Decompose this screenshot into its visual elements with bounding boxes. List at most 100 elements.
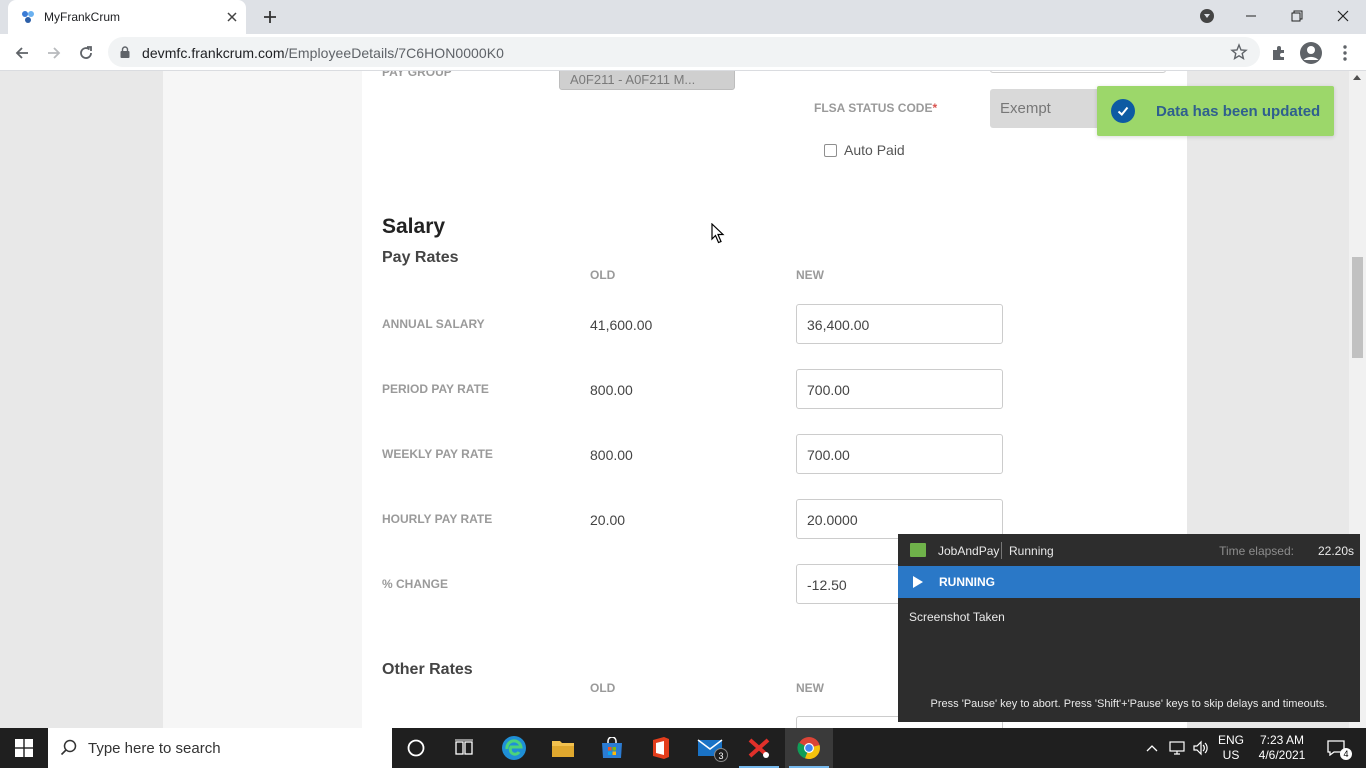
- tab-title: MyFrankCrum: [44, 10, 121, 24]
- scrollbar-thumb[interactable]: [1352, 257, 1363, 358]
- system-clock[interactable]: 7:23 AM 4/6/2021: [1252, 733, 1312, 763]
- annual-salary-label: ANNUAL SALARY: [382, 317, 485, 331]
- percent-change-new: -12.50: [807, 577, 847, 593]
- menu-icon: [1343, 45, 1347, 61]
- pay-rates-heading: Pay Rates: [382, 249, 459, 266]
- scroll-up-arrow-icon[interactable]: [1353, 75, 1361, 80]
- clock-time: 7:23 AM: [1259, 733, 1305, 747]
- runner-footer-hint: Press 'Pause' key to abort. Press 'Shift…: [930, 698, 1328, 710]
- window-close-button[interactable]: [1320, 0, 1366, 32]
- upper-field[interactable]: [990, 71, 1166, 73]
- search-icon: [60, 739, 77, 756]
- profile-button[interactable]: [1299, 41, 1323, 65]
- runner-log-line: Screenshot Taken: [909, 610, 1005, 624]
- star-icon[interactable]: [1230, 43, 1248, 61]
- store-taskbar-button[interactable]: [588, 728, 636, 768]
- url-path: /EmployeeDetails/7C6HON0000K0: [284, 45, 504, 61]
- url-domain: devmfc.frankcrum.com: [142, 45, 285, 61]
- menu-button[interactable]: [1333, 41, 1357, 65]
- auto-paid-label: Auto Paid: [844, 142, 905, 158]
- automation-app-taskbar-button[interactable]: [735, 728, 783, 768]
- toast-message: Data has been updated: [1156, 103, 1321, 120]
- file-explorer-taskbar-button[interactable]: [539, 728, 587, 768]
- tray-overflow-button[interactable]: [1142, 728, 1162, 768]
- auto-paid-checkbox[interactable]: [824, 144, 837, 157]
- chevron-up-icon: [1146, 745, 1158, 752]
- back-button[interactable]: [10, 41, 34, 65]
- runner-header: JobAndPay Running Time elapsed: 22.20s: [898, 534, 1360, 566]
- office-icon: [653, 737, 669, 759]
- runner-job-name: JobAndPay: [938, 544, 1000, 558]
- lock-icon[interactable]: [120, 46, 130, 58]
- network-icon: [1169, 741, 1185, 755]
- store-icon: [602, 737, 622, 758]
- media-control-button[interactable]: [1184, 0, 1230, 32]
- pay-group-label: PAY GROUP: [382, 71, 452, 79]
- volume-button[interactable]: [1190, 728, 1212, 768]
- required-marker: *: [932, 101, 938, 115]
- runner-status: RUNNING: [939, 575, 995, 589]
- notification-count-badge: 4: [1340, 748, 1352, 760]
- close-icon: [1337, 10, 1349, 22]
- taskbar-search-box[interactable]: Type here to search: [48, 728, 392, 768]
- start-button[interactable]: [0, 728, 48, 768]
- success-toast[interactable]: Data has been updated: [1097, 86, 1334, 136]
- edge-taskbar-button[interactable]: [490, 728, 538, 768]
- old-column-header: OLD: [590, 268, 616, 282]
- minimize-button[interactable]: [1228, 0, 1274, 32]
- check-icon: [1111, 99, 1135, 123]
- extensions-button[interactable]: [1267, 41, 1291, 65]
- pay-group-select[interactable]: A0F211 - A0F211 M...: [559, 71, 735, 90]
- restore-button[interactable]: [1274, 0, 1320, 32]
- input-language[interactable]: ENG US: [1213, 733, 1249, 763]
- period-pay-rate-label: PERIOD PAY RATE: [382, 382, 489, 396]
- period-pay-rate-old: 800.00: [590, 382, 633, 398]
- close-icon[interactable]: [223, 8, 241, 26]
- network-button[interactable]: [1166, 728, 1188, 768]
- hourly-pay-rate-label: HOURLY PAY RATE: [382, 512, 493, 526]
- flsa-status-value: Exempt: [1000, 100, 1051, 117]
- app-icon: [748, 738, 770, 758]
- elapsed-value: 22.20s: [1317, 544, 1354, 558]
- region-code: US: [1222, 748, 1240, 762]
- period-pay-rate-input[interactable]: 700.00: [796, 369, 1003, 409]
- mail-count-badge: 3: [714, 748, 728, 762]
- runner-state: Running: [1009, 544, 1054, 558]
- restore-icon: [1291, 10, 1303, 22]
- profile-icon: [1300, 42, 1322, 64]
- hourly-pay-rate-input[interactable]: 20.0000: [796, 499, 1003, 539]
- media-icon: [1200, 9, 1214, 23]
- extensions-icon: [1273, 46, 1284, 60]
- runner-app-icon: [910, 543, 926, 557]
- task-view-button[interactable]: [440, 728, 488, 768]
- reload-button[interactable]: [74, 41, 98, 65]
- weekly-pay-rate-new: 700.00: [807, 447, 850, 463]
- cortana-button[interactable]: [392, 728, 440, 768]
- browser-tabstrip: MyFrankCrum: [0, 0, 1366, 34]
- frankcrum-favicon-icon: [22, 11, 34, 23]
- windows-icon: [15, 739, 33, 757]
- url-text: devmfc.frankcrum.com/EmployeeDetails/7C6…: [142, 45, 504, 61]
- elapsed-label: Time elapsed:: [1219, 544, 1294, 558]
- weekly-pay-rate-input[interactable]: 700.00: [796, 434, 1003, 474]
- plus-icon[interactable]: [259, 6, 281, 28]
- forward-button[interactable]: [42, 41, 66, 65]
- mail-taskbar-button[interactable]: 3: [686, 728, 734, 768]
- automation-runner-panel: JobAndPay Running Time elapsed: 22.20s R…: [898, 534, 1360, 722]
- other-old-column-header: OLD: [590, 681, 616, 695]
- annual-salary-old: 41,600.00: [590, 317, 653, 333]
- annual-salary-input[interactable]: 36,400.00: [796, 304, 1003, 344]
- edge-icon: [502, 736, 526, 760]
- salary-heading: Salary: [382, 215, 446, 238]
- task-view-icon: [455, 739, 473, 755]
- search-placeholder: Type here to search: [88, 740, 221, 757]
- chrome-taskbar-button[interactable]: [785, 728, 833, 768]
- office-taskbar-button[interactable]: [637, 728, 685, 768]
- volume-icon: [1193, 740, 1208, 756]
- browser-tab[interactable]: MyFrankCrum: [8, 0, 246, 34]
- minimize-icon: [1246, 15, 1256, 17]
- mouse-cursor-icon: [711, 223, 725, 244]
- period-pay-rate-new: 700.00: [807, 382, 850, 398]
- file-explorer-icon: [552, 741, 574, 757]
- address-bar[interactable]: devmfc.frankcrum.com/EmployeeDetails/7C6…: [108, 37, 1260, 67]
